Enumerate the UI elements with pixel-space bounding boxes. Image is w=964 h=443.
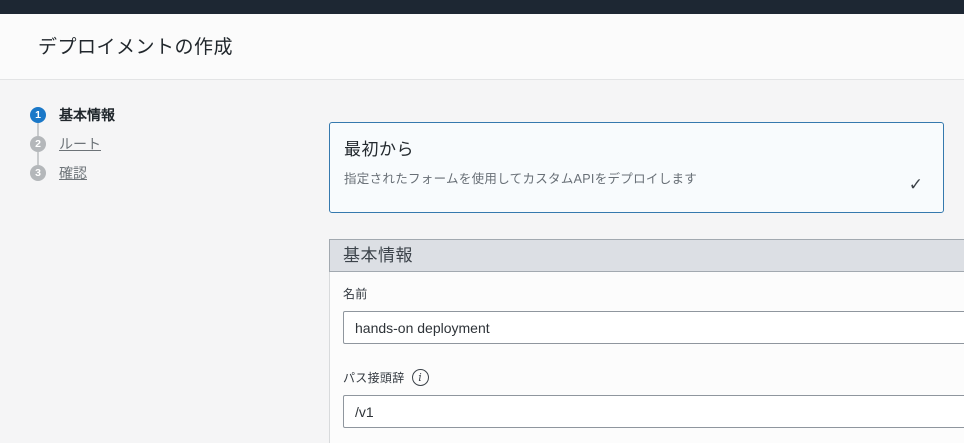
step-connector bbox=[37, 123, 39, 136]
selected-check-icon: ✓ bbox=[909, 175, 923, 195]
top-navigation-bar bbox=[0, 0, 964, 14]
step-2-link[interactable]: ルート bbox=[59, 134, 101, 154]
path-prefix-label: パス接頭辞 bbox=[343, 369, 405, 386]
page-title: デプロイメントの作成 bbox=[38, 32, 233, 59]
section-header: 基本情報 bbox=[329, 239, 964, 272]
step-connector bbox=[37, 152, 39, 165]
wizard-stepper: 1 基本情報 2 ルート 3 確認 bbox=[30, 107, 115, 181]
path-prefix-input[interactable] bbox=[343, 395, 964, 428]
step-2-badge: 2 bbox=[30, 136, 46, 152]
option-card-title: 最初から bbox=[344, 135, 943, 160]
step-3-badge: 3 bbox=[30, 165, 46, 181]
stepper-step-review[interactable]: 3 確認 bbox=[30, 165, 115, 181]
name-field-label: 名前 bbox=[343, 285, 368, 302]
page-body: 1 基本情報 2 ルート 3 確認 最初から 指定されたフォームを使用してカスタ… bbox=[0, 80, 964, 443]
wizard-content: 最初から 指定されたフォームを使用してカスタムAPIをデプロイします ✓ 基本情… bbox=[329, 122, 964, 443]
step-1-badge: 1 bbox=[30, 107, 46, 123]
section-body: 名前 パス接頭辞 i bbox=[329, 272, 964, 443]
name-input[interactable] bbox=[343, 311, 964, 344]
info-icon[interactable]: i bbox=[412, 369, 429, 386]
step-1-label: 基本情報 bbox=[59, 105, 115, 125]
option-card-description: 指定されたフォームを使用してカスタムAPIをデプロイします bbox=[344, 168, 943, 187]
name-field-label-row: 名前 bbox=[343, 285, 964, 302]
path-prefix-label-row: パス接頭辞 i bbox=[343, 369, 964, 386]
page-header: デプロイメントの作成 bbox=[0, 14, 964, 80]
basic-info-section: 基本情報 名前 パス接頭辞 i bbox=[329, 239, 964, 443]
stepper-step-routes[interactable]: 2 ルート bbox=[30, 136, 115, 152]
stepper-step-basic-info: 1 基本情報 bbox=[30, 107, 115, 123]
step-3-link[interactable]: 確認 bbox=[59, 163, 87, 183]
from-scratch-option-card[interactable]: 最初から 指定されたフォームを使用してカスタムAPIをデプロイします ✓ bbox=[329, 122, 944, 213]
section-title: 基本情報 bbox=[343, 246, 413, 265]
name-field-group: 名前 bbox=[343, 285, 964, 344]
path-prefix-field-group: パス接頭辞 i bbox=[343, 369, 964, 428]
create-deployment-wizard: デプロイメントの作成 1 基本情報 2 ルート 3 確認 最初から 指定されたフ… bbox=[0, 0, 964, 443]
info-icon-glyph: i bbox=[418, 372, 422, 383]
